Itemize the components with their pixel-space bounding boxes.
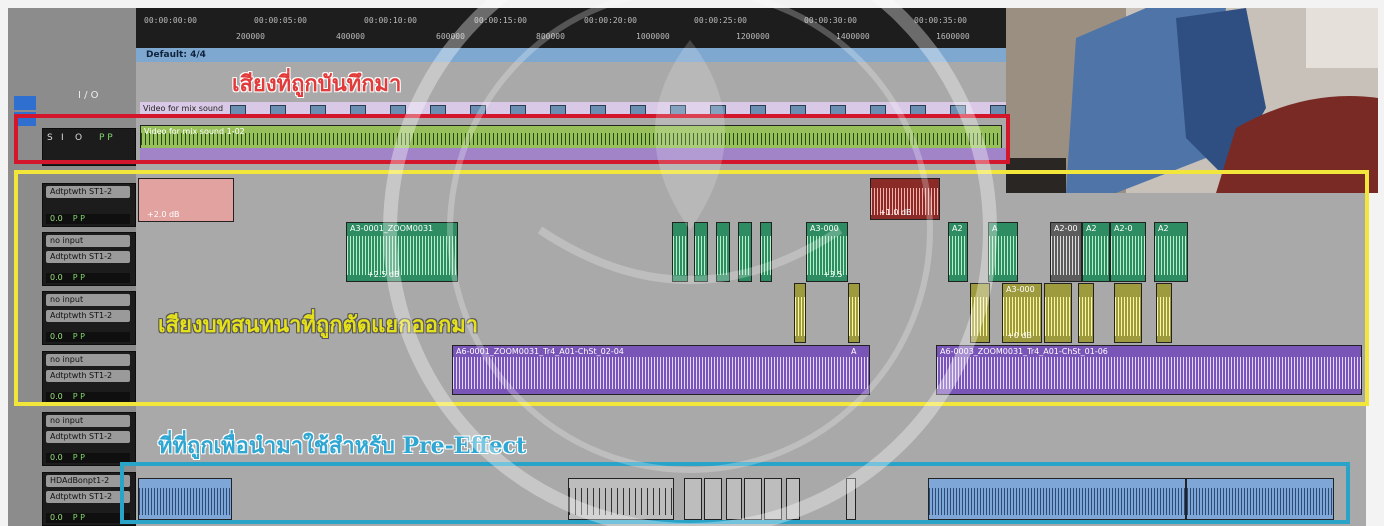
recorded-audio-label: เสียงที่ถูกบันทึกมา xyxy=(232,71,402,97)
track-io-5[interactable]: no input Adtptwth ST1-2 0.0 P P xyxy=(42,412,136,466)
recorded-audio-highlight xyxy=(14,114,1010,164)
sample-tick: 200000 xyxy=(236,32,265,41)
pp-buttons[interactable]: P P xyxy=(73,513,85,522)
timecode-tick: 00:00:35:00 xyxy=(914,16,967,25)
output-select[interactable]: Adtptwth ST1-2 xyxy=(46,491,130,503)
output-select[interactable]: Adtptwth ST1-2 xyxy=(46,431,130,443)
video-frame-image xyxy=(1006,8,1378,193)
sample-tick: 1000000 xyxy=(636,32,670,41)
timecode-tick: 00:00:25:00 xyxy=(694,16,747,25)
io-header-label: I / O xyxy=(78,90,99,101)
pre-effect-highlight xyxy=(120,462,1350,524)
sample-tick: 1200000 xyxy=(736,32,770,41)
video-preview-window[interactable] xyxy=(1006,8,1378,193)
volume-readout: 0.0 P P xyxy=(46,453,130,463)
sample-tick: 1400000 xyxy=(836,32,870,41)
video-track-name: Video for mix sound xyxy=(143,104,224,113)
input-select[interactable]: no input xyxy=(46,415,130,427)
sample-tick: 800000 xyxy=(536,32,565,41)
input-select[interactable]: HDAdBonpt1-2 xyxy=(46,475,130,487)
dialogue-label: เสียงบทสนทนาที่ถูกตัดแยกออกมา xyxy=(158,312,479,338)
meter-ruler[interactable]: Default: 4/4 xyxy=(136,48,1011,62)
sample-tick: 600000 xyxy=(436,32,465,41)
volume-value: 0.0 xyxy=(50,513,63,522)
volume-value: 0.0 xyxy=(50,453,63,462)
volume-readout: 0.0 P P xyxy=(46,513,130,523)
timecode-tick: 00:00:30:00 xyxy=(804,16,857,25)
timecode-tick: 00:00:10:00 xyxy=(364,16,417,25)
timecode-tick: 00:00:05:00 xyxy=(254,16,307,25)
track-list-toggle-icon[interactable] xyxy=(14,96,36,110)
sample-tick: 400000 xyxy=(336,32,365,41)
timecode-tick: 00:00:00:00 xyxy=(144,16,197,25)
timecode-tick: 00:00:20:00 xyxy=(584,16,637,25)
dialogue-highlight xyxy=(14,170,1369,406)
sample-tick: 1600000 xyxy=(936,32,970,41)
timecode-tick: 00:00:15:00 xyxy=(474,16,527,25)
pre-effect-label: ที่ที่ถูกเพื่อนำมาใช้สำหรับ Pre-Effect xyxy=(158,433,527,459)
pp-buttons[interactable]: P P xyxy=(73,453,85,462)
timeline-ruler[interactable]: 00:00:00:00 00:00:05:00 00:00:10:00 00:0… xyxy=(136,8,1011,48)
pro-tools-edit-window: I / O S I O P P Adtptwth ST1-2 0.0 P P no… xyxy=(0,0,1384,526)
